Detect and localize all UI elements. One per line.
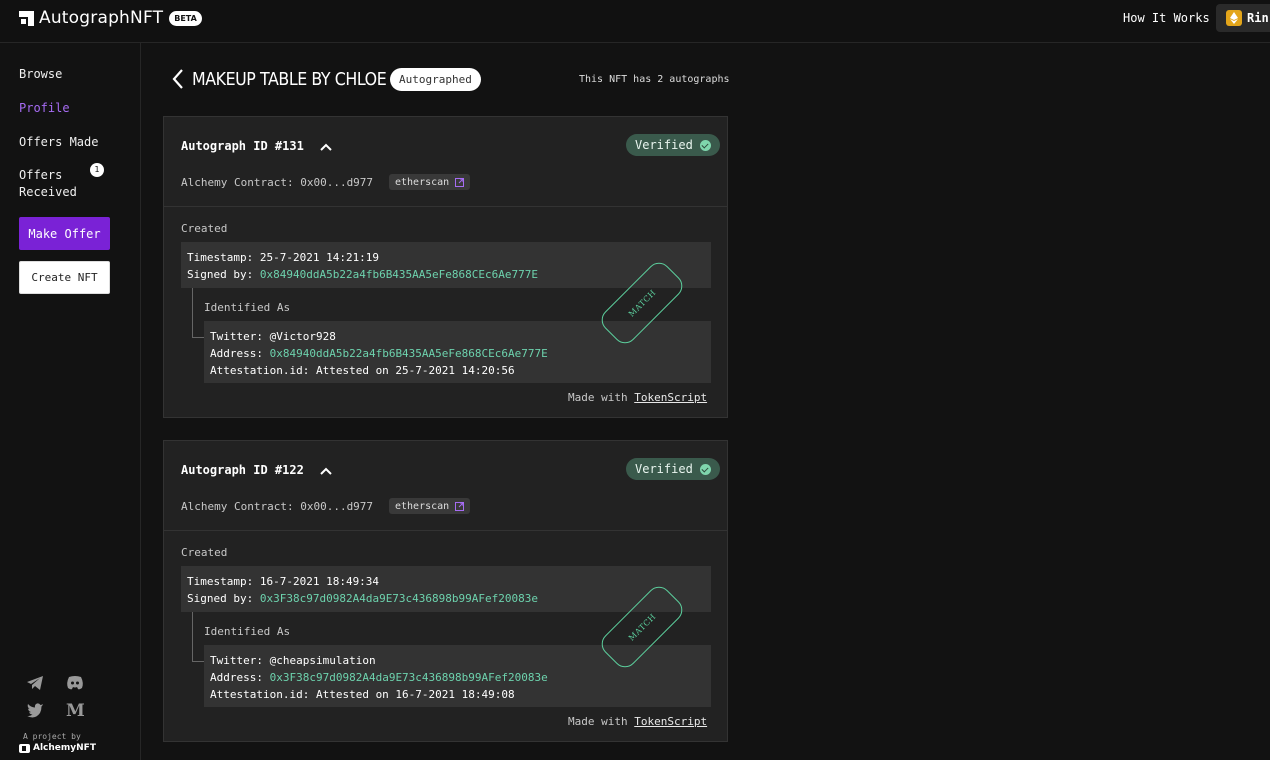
autograph-id: Autograph ID #122 [181, 463, 304, 477]
sidebar: Browse Profile Offers Made Offers Receiv… [0, 43, 141, 760]
match-stamp-label: MATCH [626, 287, 658, 319]
telegram-icon[interactable] [26, 675, 44, 693]
network-label: Rin [1247, 11, 1269, 25]
address-label: Address: [210, 347, 270, 360]
made-with-text: Made with TokenScript [568, 715, 707, 728]
twitter-icon[interactable] [26, 702, 44, 720]
chevron-up-icon[interactable] [319, 139, 333, 153]
made-with-label: Made with [568, 391, 635, 404]
address-label: Address: [210, 671, 270, 684]
tree-connector [192, 612, 204, 662]
identity-address[interactable]: 0x84940ddA5b22a4fb6B435AA5eFe868CEc6Ae77… [270, 347, 548, 360]
tree-connector [192, 288, 204, 338]
page-title: MAKEUP TABLE BY CHLOE [192, 68, 387, 90]
alchemy-logo[interactable]: AlchemyNFT [19, 743, 96, 753]
verified-badge: Verified [626, 134, 720, 156]
attestation-id: Attestation.id: Attested on 16-7-2021 18… [210, 688, 515, 701]
made-with-label: Made with [568, 715, 635, 728]
tokenscript-link[interactable]: TokenScript [634, 391, 707, 404]
attestation-id: Attestation.id: Attested on 25-7-2021 14… [210, 364, 515, 377]
signed-by-label: Signed by: [187, 268, 260, 281]
autograph-card-header: Autograph ID #122 Verified Alchemy Contr… [164, 441, 727, 531]
chevron-left-icon[interactable] [170, 67, 186, 91]
sidebar-item-browse[interactable]: Browse [19, 66, 62, 83]
svg-text:M: M [66, 702, 84, 718]
verified-badge: Verified [626, 458, 720, 480]
identity-address[interactable]: 0x3F38c97d0982A4da9E73c436898b99AFef2008… [270, 671, 548, 684]
app-name: AutographNFT [39, 8, 164, 28]
sidebar-item-profile[interactable]: Profile [19, 100, 70, 117]
offers-received-count-badge: 1 [90, 163, 104, 177]
alchemy-name: AlchemyNFT [33, 743, 96, 753]
external-link-icon [455, 177, 465, 187]
medium-icon[interactable]: M [66, 702, 84, 720]
beta-badge: BETA [169, 10, 202, 26]
discord-icon[interactable] [66, 675, 84, 693]
autographed-status-pill: Autographed [390, 67, 481, 91]
page-title-row: MAKEUP TABLE BY CHLOE Autographed [170, 67, 481, 91]
how-it-works-link[interactable]: How It Works [1123, 11, 1210, 25]
project-by-label: A project by [23, 732, 81, 741]
autograph-card: Autograph ID #131 Verified Alchemy Contr… [163, 116, 728, 418]
top-header: AutographNFT BETA How It Works Rin [0, 0, 1270, 43]
network-selector[interactable]: Rin [1216, 4, 1270, 32]
autograph-count-text: This NFT has 2 autographs [579, 74, 730, 85]
sidebar-item-offers-made[interactable]: Offers Made [19, 134, 98, 151]
signed-by-label: Signed by: [187, 592, 260, 605]
chevron-up-icon[interactable] [319, 463, 333, 477]
created-label: Created [181, 546, 228, 559]
autograph-id: Autograph ID #131 [181, 139, 304, 153]
signer-address[interactable]: 0x84940ddA5b22a4fb6B435AA5eFe868CEc6Ae77… [260, 268, 538, 281]
timestamp: Timestamp: 25-7-2021 14:21:19 [187, 251, 380, 264]
check-circle-icon [699, 139, 711, 151]
autograph-card: Autograph ID #122 Verified Alchemy Contr… [163, 440, 728, 742]
alchemy-logo-icon [19, 743, 30, 753]
app-logo[interactable]: AutographNFT BETA [19, 8, 202, 28]
identified-as-label: Identified As [204, 301, 291, 314]
etherscan-label: etherscan [395, 176, 450, 188]
check-circle-icon [699, 463, 711, 475]
autograph-logo-icon [19, 10, 34, 26]
signature-box: Timestamp: 25-7-2021 14:21:19 Signed by:… [181, 242, 711, 288]
match-stamp-label: MATCH [626, 611, 658, 643]
signer-address[interactable]: 0x3F38c97d0982A4da9E73c436898b99AFef2008… [260, 592, 538, 605]
timestamp: Timestamp: 16-7-2021 18:49:34 [187, 575, 380, 588]
signature-box: Timestamp: 16-7-2021 18:49:34 Signed by:… [181, 566, 711, 612]
etherscan-link[interactable]: etherscan [389, 174, 471, 190]
verified-label: Verified [635, 462, 693, 476]
ethereum-icon [1226, 10, 1242, 26]
created-label: Created [181, 222, 228, 235]
tokenscript-link[interactable]: TokenScript [634, 715, 707, 728]
made-with-text: Made with TokenScript [568, 391, 707, 404]
sidebar-item-offers-received[interactable]: Offers Received [19, 167, 89, 201]
autograph-card-header: Autograph ID #131 Verified Alchemy Contr… [164, 117, 727, 207]
etherscan-link[interactable]: etherscan [389, 498, 471, 514]
create-nft-button[interactable]: Create NFT [19, 261, 110, 294]
contract-address: Alchemy Contract: 0x00...d977 [181, 500, 374, 513]
contract-address: Alchemy Contract: 0x00...d977 [181, 176, 374, 189]
verified-label: Verified [635, 138, 693, 152]
make-offer-button[interactable]: Make Offer [19, 217, 110, 250]
etherscan-label: etherscan [395, 500, 450, 512]
identified-as-label: Identified As [204, 625, 291, 638]
external-link-icon [455, 501, 465, 511]
